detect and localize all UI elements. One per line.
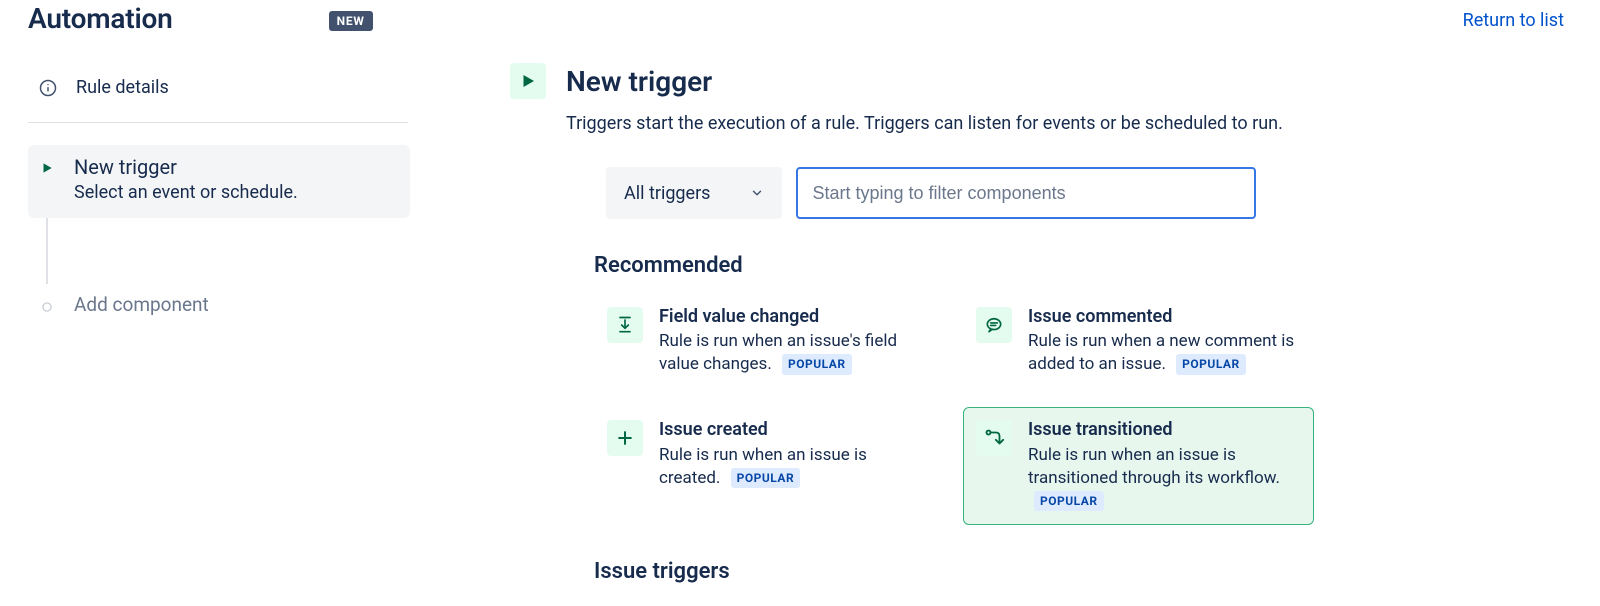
page-title: Automation	[28, 2, 173, 35]
step-title: New trigger	[74, 155, 298, 179]
trigger-field-value-changed[interactable]: Field value changed Rule is run when an …	[594, 294, 945, 389]
sidebar-item-label: Rule details	[76, 77, 169, 98]
new-badge: NEW	[329, 11, 373, 31]
sidebar-step-add-component[interactable]: Add component	[28, 284, 410, 331]
transition-arrow-icon	[976, 420, 1012, 456]
info-circle-icon	[38, 78, 58, 98]
trigger-issue-commented[interactable]: Issue commented Rule is run when a new c…	[963, 294, 1314, 389]
sidebar: Rule details New trigger Select an event…	[0, 35, 410, 331]
recommended-triggers-grid: Field value changed Rule is run when an …	[594, 294, 1314, 525]
divider	[28, 122, 408, 123]
trigger-issue-created[interactable]: Issue created Rule is run when an issue …	[594, 407, 945, 525]
trigger-header-icon	[510, 63, 546, 99]
trigger-title: Issue created	[659, 418, 932, 441]
sidebar-item-rule-details[interactable]: Rule details	[28, 65, 410, 110]
trigger-title: Issue commented	[1028, 305, 1301, 328]
step-title: Add component	[74, 294, 209, 317]
main-description: Triggers start the execution of a rule. …	[566, 115, 1430, 133]
popular-badge: POPULAR	[782, 354, 852, 374]
step-connector	[46, 218, 48, 284]
trigger-title: Issue transitioned	[1028, 418, 1301, 441]
trigger-issue-transitioned[interactable]: Issue transitioned Rule is run when an i…	[963, 407, 1314, 525]
section-heading-issue-triggers: Issue triggers	[594, 559, 1430, 584]
section-heading-recommended: Recommended	[594, 253, 1430, 278]
main-panel: New trigger Triggers start the execution…	[410, 35, 1470, 600]
popular-badge: POPULAR	[1176, 354, 1246, 374]
popular-badge: POPULAR	[731, 468, 801, 488]
sidebar-step-new-trigger[interactable]: New trigger Select an event or schedule.	[28, 145, 410, 218]
search-input[interactable]	[796, 167, 1256, 219]
play-icon	[40, 161, 54, 175]
trigger-description: Rule is run when an issue is transitione…	[1028, 444, 1301, 513]
step-subtitle: Select an event or schedule.	[74, 181, 298, 204]
main-title: New trigger	[566, 65, 712, 98]
circle-empty-icon	[40, 300, 54, 314]
return-to-list-link[interactable]: Return to list	[1463, 10, 1564, 31]
trigger-category-dropdown[interactable]: All triggers	[606, 167, 782, 219]
play-icon	[519, 72, 537, 90]
dropdown-label: All triggers	[624, 183, 710, 204]
chevron-down-icon	[750, 186, 764, 200]
trigger-description: Rule is run when an issue's field value …	[659, 330, 932, 376]
trigger-title: Field value changed	[659, 305, 932, 328]
comment-bubble-icon	[976, 307, 1012, 343]
popular-badge: POPULAR	[1034, 491, 1104, 511]
trigger-description: Rule is run when a new comment is added …	[1028, 330, 1301, 376]
plus-icon	[607, 420, 643, 456]
download-bar-icon	[607, 307, 643, 343]
trigger-description: Rule is run when an issue is created. PO…	[659, 444, 932, 490]
